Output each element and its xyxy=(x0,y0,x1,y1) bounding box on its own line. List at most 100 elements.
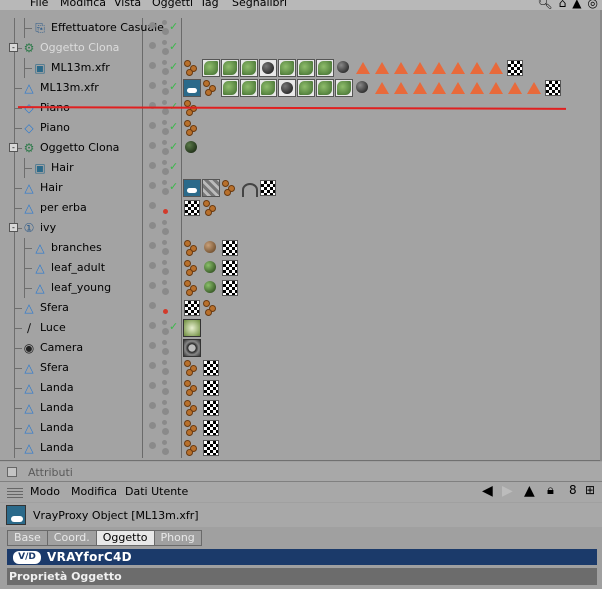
link-icon[interactable]: 8 xyxy=(569,483,577,497)
menu-oggetti[interactable]: Oggetti xyxy=(152,0,193,9)
leaf-material-icon[interactable] xyxy=(335,79,353,97)
object-row[interactable]: △ Hair ✓ xyxy=(0,178,600,198)
object-name-cell[interactable]: △ Landa xyxy=(0,398,143,418)
object-row[interactable]: △ Landa xyxy=(0,418,600,438)
object-name-cell[interactable]: △ branches xyxy=(0,238,143,258)
editor-visibility-dot-secondary[interactable] xyxy=(162,40,167,45)
editor-visibility-dot[interactable] xyxy=(149,262,156,269)
display-tag-icon[interactable] xyxy=(430,79,448,97)
leaf-material-icon[interactable] xyxy=(221,59,239,77)
enabled-check-icon[interactable]: ✓ xyxy=(169,20,178,33)
object-name-cell[interactable]: △ ML13m.xfr xyxy=(0,78,143,98)
object-row[interactable]: △ leaf_adult xyxy=(0,258,600,278)
menu-file[interactable]: File xyxy=(30,0,48,9)
enabled-check-icon[interactable]: ✓ xyxy=(169,180,178,193)
editor-visibility-dot[interactable] xyxy=(149,282,156,289)
section-header[interactable]: Proprietà Oggetto xyxy=(7,568,597,585)
search-icon[interactable]: 🔍︎ xyxy=(537,0,552,10)
object-name-cell[interactable]: △ Sfera xyxy=(0,298,143,318)
enabled-check-icon[interactable]: ✓ xyxy=(169,140,178,153)
object-row[interactable]: ⎘ Effettuatore Casuale ✓ xyxy=(0,18,600,38)
dark-green-material-icon[interactable] xyxy=(183,139,201,157)
render-visibility-dot[interactable] xyxy=(162,48,169,55)
texture-tag-icon[interactable] xyxy=(183,279,201,297)
object-name-cell[interactable]: △ leaf_adult xyxy=(0,258,143,278)
uvw-tag-icon[interactable] xyxy=(222,260,238,276)
render-visibility-dot[interactable] xyxy=(162,388,169,395)
object-row[interactable]: - ① ivy xyxy=(0,218,600,238)
up-arrow-icon[interactable]: ▲ xyxy=(524,483,535,499)
object-row[interactable]: △ branches xyxy=(0,238,600,258)
display-tag-icon[interactable] xyxy=(468,79,486,97)
object-name-cell[interactable]: ◉ Camera xyxy=(0,338,143,358)
uvw-tag-icon[interactable] xyxy=(184,300,200,316)
editor-visibility-dot-secondary[interactable] xyxy=(162,360,167,365)
back-arrow-icon[interactable]: ◀ xyxy=(482,483,493,499)
object-row[interactable]: ▣ ML13m.xfr ✓ xyxy=(0,58,600,78)
vray-tag-icon[interactable] xyxy=(183,179,201,197)
display-tag-icon[interactable] xyxy=(487,59,505,77)
texture-tag-icon[interactable] xyxy=(183,419,201,437)
menu-dati-utente[interactable]: Dati Utente xyxy=(125,485,188,498)
texture-tag-icon[interactable] xyxy=(202,199,220,217)
menu-vista[interactable]: Vista xyxy=(114,0,141,9)
tab-coord[interactable]: Coord. xyxy=(46,530,97,546)
display-tag-icon[interactable] xyxy=(354,59,372,77)
object-name-cell[interactable]: - ① ivy xyxy=(0,218,143,238)
collapse-toggle[interactable]: - xyxy=(9,223,18,232)
dark-sphere-material-icon[interactable] xyxy=(335,59,353,77)
vray-tag-icon[interactable] xyxy=(183,79,201,97)
enabled-check-icon[interactable]: ✓ xyxy=(169,160,178,173)
leaf-material-icon[interactable] xyxy=(316,79,334,97)
uvw-tag-icon[interactable] xyxy=(203,440,219,456)
uvw-tag-icon[interactable] xyxy=(203,360,219,376)
render-visibility-dot[interactable] xyxy=(162,428,169,435)
object-row[interactable]: - ⚙ Oggetto Clona ✓ xyxy=(0,138,600,158)
forward-arrow-icon[interactable]: ▶ xyxy=(502,483,513,499)
display-tag-icon[interactable] xyxy=(449,59,467,77)
editor-visibility-dot[interactable] xyxy=(149,242,156,249)
object-name-cell[interactable]: △ leaf_young xyxy=(0,278,143,298)
object-name-cell[interactable]: △ Landa xyxy=(0,438,143,458)
editor-visibility-dot-secondary[interactable] xyxy=(162,400,167,405)
leaf-material-icon[interactable] xyxy=(240,79,258,97)
uvw-tag-icon[interactable] xyxy=(184,200,200,216)
tab-phong[interactable]: Phong xyxy=(153,530,202,546)
render-visibility-dot[interactable] xyxy=(162,408,169,415)
render-visibility-dot[interactable] xyxy=(162,108,169,115)
object-name-cell[interactable]: - ⚙ Oggetto Clona xyxy=(0,138,143,158)
object-row[interactable]: △ leaf_young xyxy=(0,278,600,298)
editor-visibility-dot-secondary[interactable] xyxy=(162,340,167,345)
editor-visibility-dot-secondary[interactable] xyxy=(162,20,167,25)
uvw-tag-icon[interactable] xyxy=(203,380,219,396)
menu-modifica[interactable]: Modifica xyxy=(60,0,106,9)
uvw-tag-icon[interactable] xyxy=(203,420,219,436)
texture-tag-icon[interactable] xyxy=(183,119,201,137)
editor-visibility-dot-secondary[interactable] xyxy=(162,260,167,265)
new-panel-icon[interactable]: ⊞ xyxy=(585,483,595,497)
hair-style-tag-icon[interactable] xyxy=(240,179,258,197)
editor-visibility-dot-secondary[interactable] xyxy=(162,80,167,85)
object-name-cell[interactable]: △ Sfera xyxy=(0,358,143,378)
render-visibility-dot[interactable] xyxy=(162,128,169,135)
bark-material-icon[interactable] xyxy=(202,239,220,257)
editor-visibility-dot[interactable] xyxy=(149,42,156,49)
editor-visibility-dot[interactable] xyxy=(149,302,156,309)
editor-visibility-dot-secondary[interactable] xyxy=(162,60,167,65)
editor-visibility-dot-secondary[interactable] xyxy=(162,220,167,225)
editor-visibility-dot[interactable] xyxy=(149,222,156,229)
texture-tag-icon[interactable] xyxy=(183,259,201,277)
leaf-material-icon[interactable] xyxy=(297,79,315,97)
enabled-check-icon[interactable]: ✓ xyxy=(169,40,178,53)
texture-tag-icon[interactable] xyxy=(183,359,201,377)
leaf-material-icon[interactable] xyxy=(316,59,334,77)
display-tag-icon[interactable] xyxy=(449,79,467,97)
object-name-cell[interactable]: ∕ Luce xyxy=(0,318,143,338)
object-name-cell[interactable]: △ per erba xyxy=(0,198,143,218)
object-row[interactable]: △ ML13m.xfr ✓ xyxy=(0,78,600,98)
display-tag-icon[interactable] xyxy=(468,59,486,77)
enabled-check-icon[interactable]: ✓ xyxy=(169,120,178,133)
hair-material-icon[interactable] xyxy=(202,179,220,197)
texture-tag-icon[interactable] xyxy=(202,299,220,317)
object-row[interactable]: △ per erba xyxy=(0,198,600,218)
